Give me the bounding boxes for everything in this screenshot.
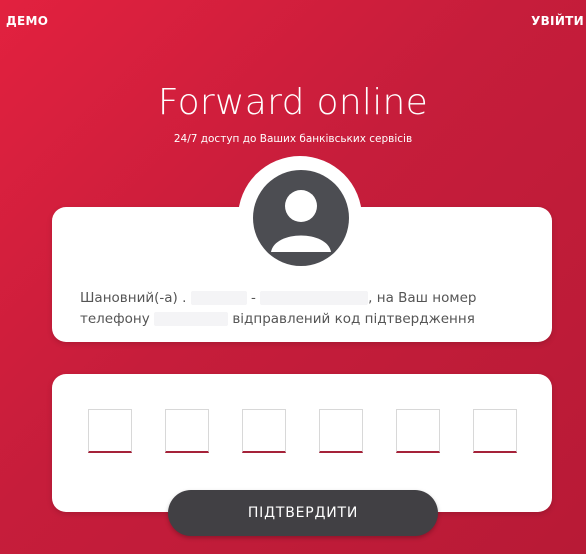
code-digit-input[interactable] (473, 409, 517, 453)
user-avatar-icon (253, 170, 349, 266)
masked-phone (154, 312, 229, 326)
code-digit-input[interactable] (396, 409, 440, 453)
phone-prefix: телефону (80, 311, 150, 327)
greeting-prefix: Шановний(-а) . (80, 290, 187, 306)
code-digit-input[interactable] (242, 409, 286, 453)
code-digit-input[interactable] (319, 409, 363, 453)
page-title: Forward online (157, 82, 429, 123)
masked-name-part (190, 291, 247, 305)
login-link[interactable]: УВІЙТИ (531, 14, 584, 28)
confirm-button[interactable]: ПІДТВЕРДИТИ (168, 490, 438, 536)
code-digit-input[interactable] (165, 409, 209, 453)
message-after-name: , на Ваш номер (368, 290, 477, 306)
message-after-phone: відправлений код підтвердження (232, 311, 475, 327)
name-separator: - (250, 290, 256, 306)
masked-surname (260, 291, 369, 305)
demo-link[interactable]: ДЕМО (6, 14, 48, 28)
page-subtitle: 24/7 доступ до Ваших банківських сервісі… (173, 133, 413, 145)
code-digit-input[interactable] (88, 409, 132, 453)
confirmation-message: Шановний(-а) . - , на Ваш номер телефону… (80, 288, 530, 330)
